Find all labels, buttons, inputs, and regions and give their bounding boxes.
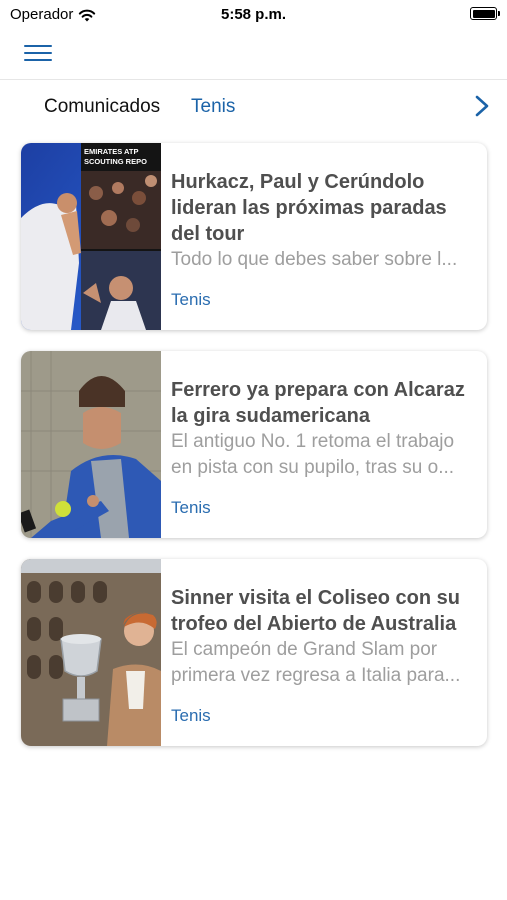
news-thumbnail [21,351,161,538]
news-category-tag[interactable]: Tenis [171,706,211,726]
news-summary: El campeón de Grand Slam por primera vez… [171,639,461,686]
tab-tenis[interactable]: Tenis [191,96,235,118]
news-category-tag[interactable]: Tenis [171,290,211,310]
battery-icon [470,7,500,20]
thumbnail-caption-line2: SCOUTING REPO [84,157,147,166]
category-tabs: Comunicados Tenis [0,80,507,132]
top-bar [0,30,507,80]
news-title: Sinner visita el Coliseo con su trofeo d… [171,587,460,635]
hamburger-menu-icon[interactable] [24,42,54,64]
news-thumbnail: EMIRATES ATP SCOUTING REPO [21,143,161,330]
chevron-right-icon[interactable] [471,94,493,118]
thumbnail-caption-line1: EMIRATES ATP [84,147,138,156]
news-title: Ferrero ya prepara con Alcaraz la gira s… [171,379,465,427]
news-card-hurkacz[interactable]: EMIRATES ATP SCOUTING REPO Hurkacz, Paul… [21,143,487,330]
news-summary: Todo lo que debes saber sobre l... [171,249,458,270]
news-summary: El antiguo No. 1 retoma el trabajo en pi… [171,431,455,478]
news-card-ferrero[interactable]: Ferrero ya prepara con Alcaraz la gira s… [21,351,487,538]
status-bar: Operador 5:58 p.m. [0,0,507,30]
news-card-sinner[interactable]: Sinner visita el Coliseo con su trofeo d… [21,559,487,746]
news-title: Hurkacz, Paul y Cerúndolo lideran las pr… [171,171,447,245]
tab-comunicados[interactable]: Comunicados [44,96,160,118]
status-time: 5:58 p.m. [220,6,287,23]
news-thumbnail [21,559,161,746]
news-category-tag[interactable]: Tenis [171,498,211,518]
